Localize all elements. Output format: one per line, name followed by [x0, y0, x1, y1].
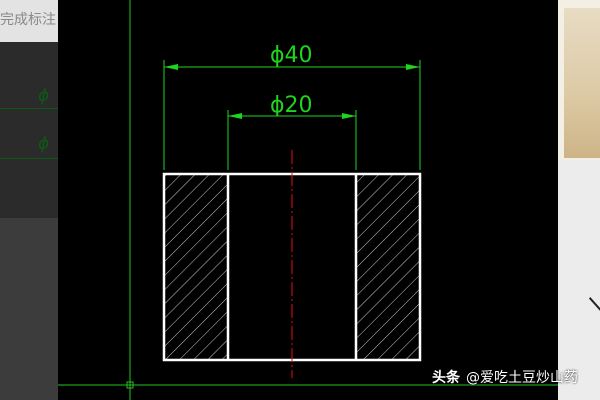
watermark: 头条 @爱吃土豆炒山药	[432, 367, 578, 387]
inner-arrow-left	[228, 113, 242, 119]
outer-arrow-right	[406, 64, 420, 70]
cad-canvas[interactable]: ϕ40 ϕ20	[58, 0, 558, 400]
left-preview: ϕ ϕ	[0, 42, 58, 218]
inner-arrow-right	[342, 113, 356, 119]
left-phi-symbol-1: ϕ	[38, 86, 50, 106]
hatch-right-wall	[356, 174, 420, 360]
inner-dimension-text: ϕ20	[270, 93, 313, 118]
left-phi-symbol-2: ϕ	[38, 134, 50, 154]
right-panel	[558, 0, 600, 400]
left-dim-line-2	[0, 158, 58, 159]
left-lower-area	[0, 218, 58, 400]
right-mark	[588, 297, 600, 315]
hatch-left-wall	[164, 174, 228, 360]
left-panel: 完成标注 ϕ ϕ	[0, 0, 58, 400]
watermark-handle: @爱吃土豆炒山药	[466, 370, 578, 386]
right-thumbnail	[564, 8, 600, 158]
right-preview-area	[558, 0, 600, 160]
left-toolbar-label: 完成标注	[0, 12, 56, 28]
left-toolbar: 完成标注	[0, 0, 58, 42]
outer-dimension-text: ϕ40	[270, 43, 313, 68]
left-dim-line-1	[0, 108, 58, 109]
watermark-brand: 头条	[432, 370, 460, 386]
outer-arrow-left	[164, 64, 178, 70]
